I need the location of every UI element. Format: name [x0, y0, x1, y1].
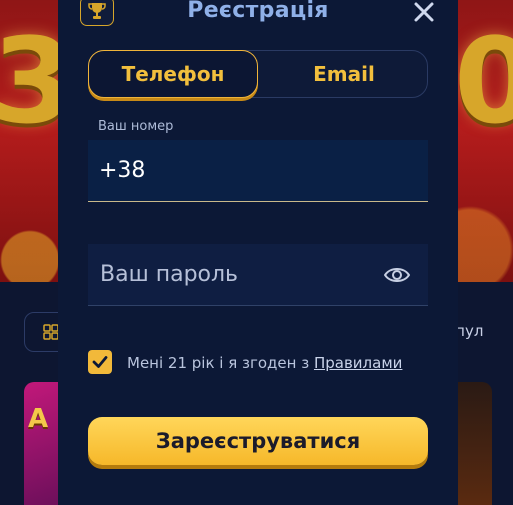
rules-link[interactable]: Правилами — [314, 354, 402, 372]
register-button[interactable]: Зареєструватися — [88, 417, 428, 465]
game-tile-letter: A — [28, 404, 49, 434]
agreement-text-main: Мені 21 рік і я згоден з — [127, 354, 314, 372]
registration-modal: Реєстрація Телефон Email Ваш номер Мені … — [58, 0, 458, 505]
password-field — [88, 244, 428, 306]
grid-icon — [43, 324, 59, 340]
auth-method-tabs: Телефон Email — [88, 50, 428, 98]
tab-email[interactable]: Email — [259, 50, 429, 98]
tab-phone[interactable]: Телефон — [88, 50, 258, 98]
game-tile-right[interactable] — [456, 382, 492, 505]
phone-input[interactable] — [88, 140, 428, 201]
banner-digit-right: 0 — [454, 12, 513, 150]
close-icon[interactable] — [412, 0, 436, 24]
password-input[interactable] — [88, 244, 428, 305]
phone-field-label: Ваш номер — [98, 119, 174, 134]
checkmark-icon — [92, 356, 108, 368]
modal-title: Реєстрація — [187, 0, 329, 23]
agreement-text: Мені 21 рік і я згоден з Правилами — [127, 354, 402, 372]
phone-field — [88, 140, 428, 202]
eye-icon[interactable] — [384, 264, 410, 286]
agree-checkbox[interactable] — [88, 350, 112, 374]
